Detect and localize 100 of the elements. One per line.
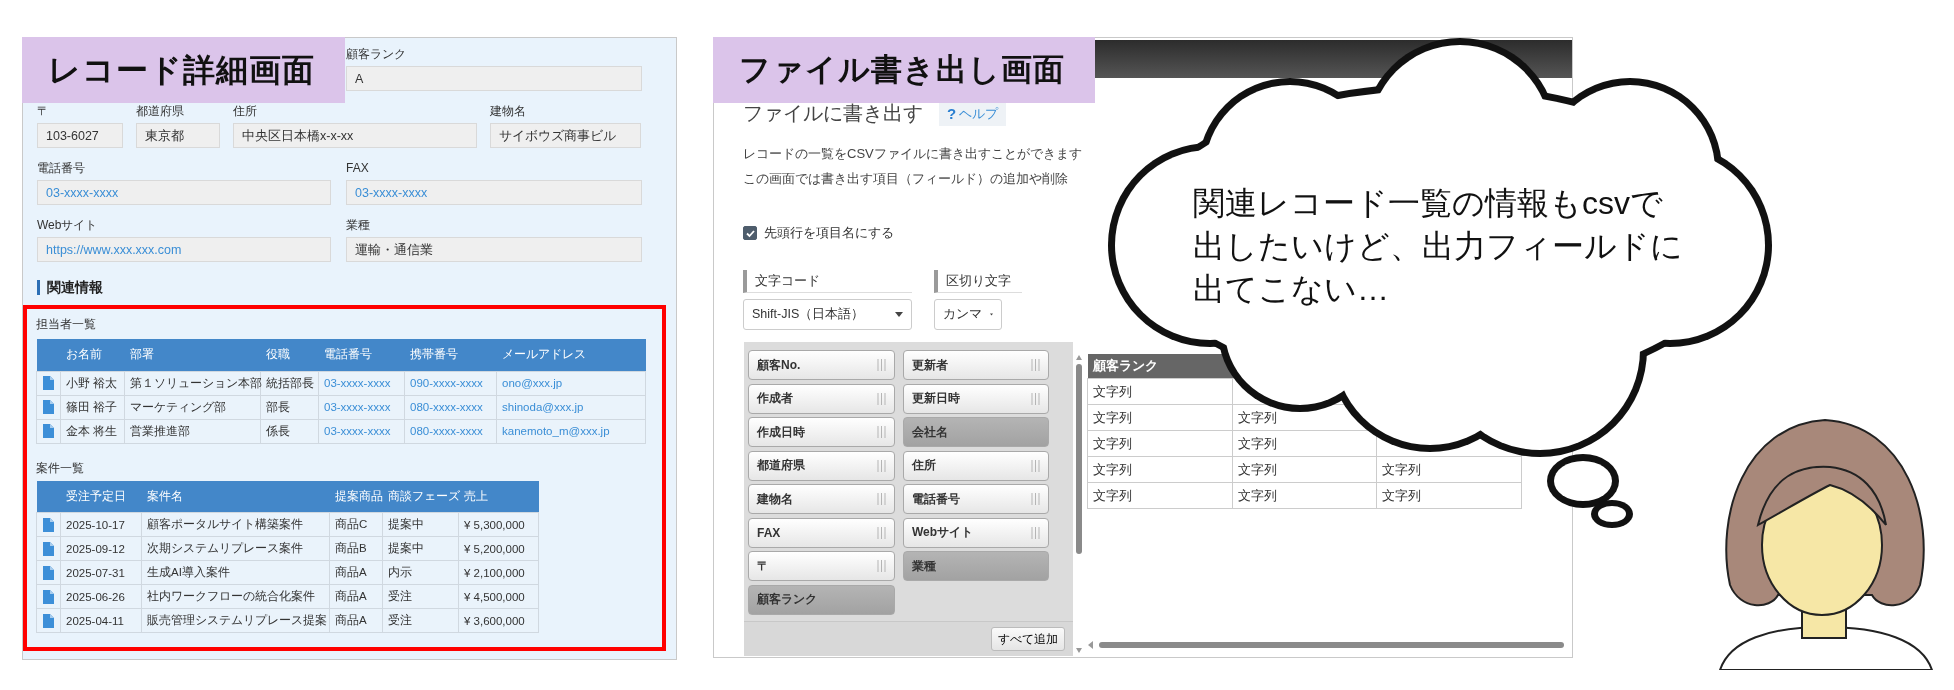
field-chip[interactable]: 作成者	[748, 383, 895, 414]
caret-icon	[895, 312, 903, 317]
grip-icon	[877, 526, 886, 539]
field-label: 都道府県	[136, 103, 185, 120]
field-chip[interactable]: 更新日時	[903, 383, 1049, 414]
document-icon	[43, 424, 54, 438]
table-cell: マーケティング部	[124, 395, 261, 419]
column-header: お名前	[60, 339, 125, 371]
value-field: 運輸・通信業	[346, 237, 642, 262]
column-header: 受注予定日	[60, 480, 142, 513]
select-label: 文字コード	[743, 270, 912, 293]
field-chip[interactable]: 電話番号	[903, 484, 1049, 514]
table-header	[36, 339, 61, 371]
grip-icon	[877, 493, 886, 505]
column-header: 携帯番号	[404, 339, 497, 371]
field-chip[interactable]: 建物名	[748, 484, 895, 514]
grip-icon	[877, 392, 886, 405]
column-header: 提案商品	[329, 480, 383, 513]
link-cell[interactable]: 03-xxxx-xxxx	[318, 419, 405, 443]
grip-icon	[1031, 359, 1040, 371]
grip-icon	[1031, 526, 1040, 539]
link-field[interactable]: 03-xxxx-xxxx	[346, 180, 642, 205]
table-cell: 文字列	[1087, 456, 1233, 483]
field-chip[interactable]: 業種	[903, 551, 1049, 581]
screen-label: ファイル書き出し画面	[713, 37, 1095, 103]
checkbox[interactable]	[743, 226, 757, 240]
table-cell: 商品C	[329, 512, 383, 537]
column-header: 部署	[124, 339, 261, 371]
value-field: サイボウズ商事ビル	[490, 123, 641, 148]
grip-icon	[877, 459, 886, 472]
grip-icon	[877, 359, 886, 371]
link-field[interactable]: https://www.xxx.xxx.com	[37, 237, 331, 262]
link-cell[interactable]: ono@xxx.jp	[496, 371, 646, 395]
field-chip[interactable]: 顧客ランク	[748, 584, 895, 615]
table-cell: 次期システムリプレース案件	[141, 536, 330, 561]
table-cell: ¥ 5,300,000	[458, 512, 539, 537]
table-cell: 文字列	[1087, 378, 1233, 405]
document-icon	[43, 376, 54, 390]
field-label: FAX	[346, 160, 370, 177]
add-all-button[interactable]: すべて追加	[991, 627, 1065, 651]
table-cell: 提案中	[382, 512, 459, 537]
page-heading: ファイルに書き出す	[743, 101, 923, 126]
field-chip[interactable]: 都道府県	[748, 450, 895, 481]
link-field[interactable]: 03-xxxx-xxxx	[37, 180, 331, 205]
field-chip[interactable]: 住所	[903, 450, 1049, 481]
grip-icon	[1031, 392, 1040, 405]
dropdown[interactable]: Shift-JIS（日本語）	[743, 299, 912, 330]
screen-label: レコード詳細画面	[22, 37, 345, 103]
table-cell: 文字列	[1232, 456, 1377, 483]
field-chip[interactable]: FAX	[748, 517, 895, 548]
table-cell: 文字列	[1376, 456, 1522, 483]
field-label: 業種	[346, 217, 371, 234]
column-header: 電話番号	[318, 339, 405, 371]
thought-text: 関連レコード一覧の情報もcsvで出したいけど、出力フィールドに出てこない…	[1193, 184, 1684, 309]
table-title: 担当者一覧	[36, 316, 96, 333]
field-chip[interactable]: 更新者	[903, 350, 1049, 380]
checkbox-label: 先頭行を項目名にする	[764, 224, 894, 242]
column-header: 案件名	[141, 480, 330, 513]
value-field: 中央区日本橋x-x-xx	[233, 123, 477, 148]
link-cell[interactable]: 03-xxxx-xxxx	[318, 395, 405, 419]
field-chip[interactable]: 作成日時	[748, 417, 895, 447]
link-cell[interactable]: shinoda@xxx.jp	[496, 395, 646, 419]
table-cell: 文字列	[1087, 430, 1233, 457]
document-icon	[43, 400, 54, 414]
document-icon	[43, 517, 54, 532]
column-header: 顧客ランク	[1087, 354, 1233, 379]
caret-icon	[990, 312, 993, 317]
table-cell: 文字列	[1376, 482, 1522, 509]
table-cell: 顧客ポータルサイト構築案件	[141, 512, 330, 537]
link-cell[interactable]: 090-xxxx-xxxx	[404, 371, 497, 395]
table-cell: 社内ワークフローの統合化案件	[141, 584, 330, 609]
table-cell: 統括部長	[260, 371, 319, 395]
table-cell: 文字列	[1087, 482, 1233, 509]
link-cell[interactable]: kanemoto_m@xxx.jp	[496, 419, 646, 443]
value-field: 東京都	[136, 123, 220, 148]
field-chip[interactable]: 顧客No.	[748, 350, 895, 380]
field-label: Webサイト	[37, 217, 99, 234]
field-chip[interactable]: 〒	[748, 551, 895, 581]
help-button[interactable]: ? ヘルプ	[939, 101, 1007, 126]
field-label: 電話番号	[37, 160, 86, 177]
table-cell: 営業推進部	[124, 419, 261, 443]
description-text: この画面では書き出す項目（フィールド）の追加や削除	[743, 170, 1068, 188]
dropdown[interactable]: カンマ	[934, 299, 1002, 330]
link-cell[interactable]: 080-xxxx-xxxx	[404, 395, 497, 419]
document-icon	[43, 613, 54, 628]
table-cell: 小野 裕太	[60, 371, 125, 395]
field-chip[interactable]: 会社名	[903, 417, 1049, 447]
column-header: メールアドレス	[496, 339, 646, 371]
table-cell: 第１ソリューション本部	[124, 371, 261, 395]
document-icon	[43, 565, 54, 580]
table-cell: 2025-10-17	[60, 512, 142, 537]
table-cell: 文字列	[1232, 482, 1377, 509]
document-icon	[43, 589, 54, 604]
field-chip[interactable]: Webサイト	[903, 517, 1049, 548]
field-label: 〒	[37, 103, 50, 120]
value-field: 103-6027	[37, 123, 123, 148]
link-cell[interactable]: 03-xxxx-xxxx	[318, 371, 405, 395]
value-field: A	[346, 66, 642, 91]
link-cell[interactable]: 080-xxxx-xxxx	[404, 419, 497, 443]
description-text: レコードの一覧をCSVファイルに書き出すことができます	[743, 145, 1082, 163]
